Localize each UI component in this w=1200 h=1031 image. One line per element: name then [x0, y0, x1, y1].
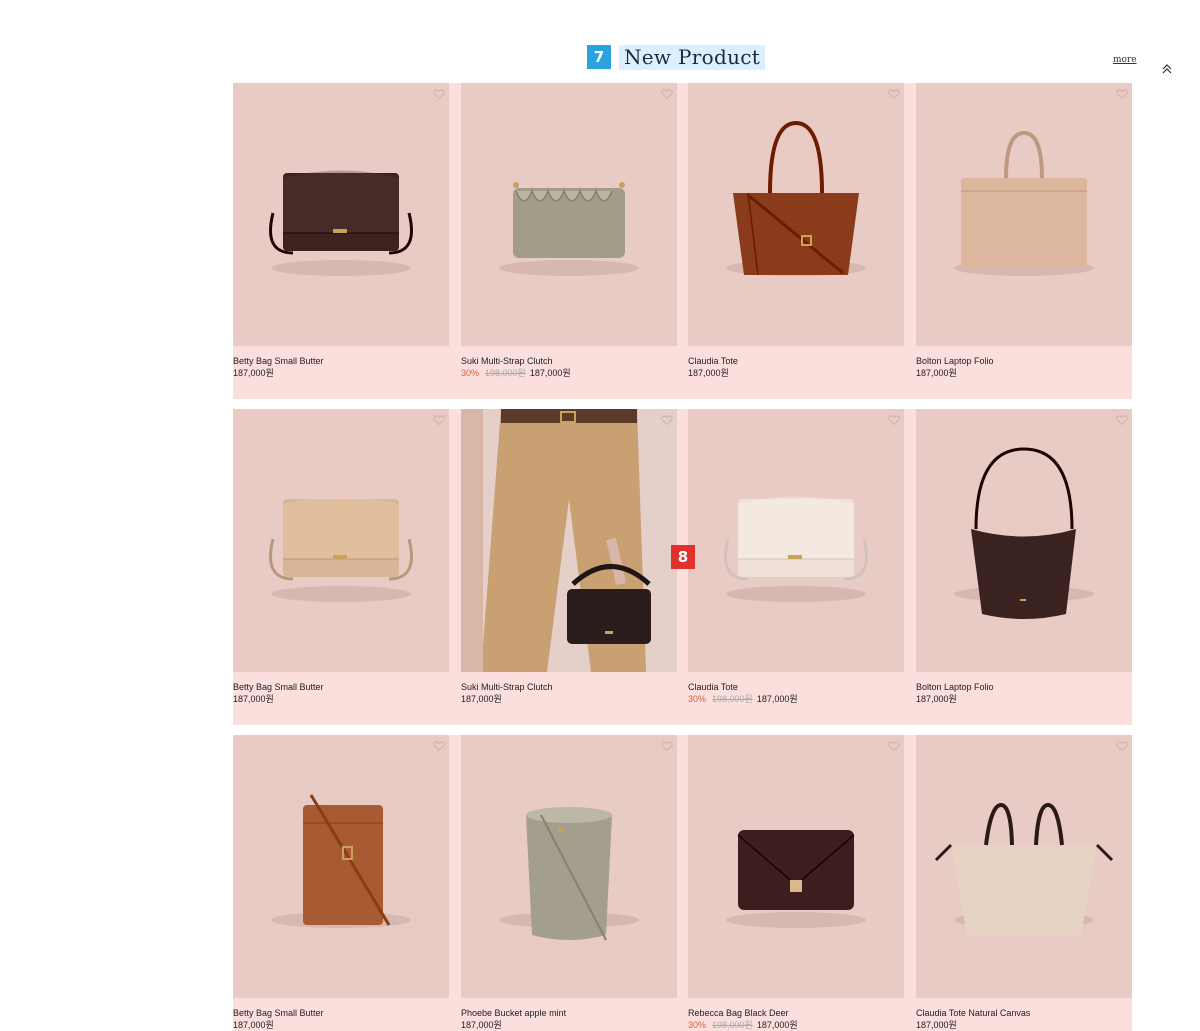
price-row: 187,000원: [916, 1019, 1132, 1031]
wishlist-heart-icon[interactable]: [661, 87, 673, 100]
sale-price: 187,000원: [916, 1020, 957, 1030]
price-row: 30% 198,000원 187,000원: [688, 1019, 904, 1031]
product-image[interactable]: [461, 735, 677, 998]
product-card[interactable]: Rebecca Bag Black Deer 30% 198,000원 187,000…: [688, 735, 904, 1031]
price-row: 187,000원: [688, 367, 904, 379]
price-row: 187,000원: [233, 693, 449, 705]
wishlist-heart-icon[interactable]: [661, 413, 673, 426]
more-link[interactable]: more: [1113, 55, 1137, 65]
product-image[interactable]: [688, 409, 904, 672]
section-title: New Product: [619, 45, 766, 70]
scroll-to-top-icon[interactable]: [1159, 60, 1175, 78]
product-image[interactable]: [916, 409, 1132, 672]
sale-price: 187,000원: [756, 1020, 798, 1030]
price-row: 187,000원: [233, 1019, 449, 1031]
wishlist-heart-icon[interactable]: [1116, 739, 1128, 752]
section-header: 7 New Product more: [0, 0, 1200, 80]
product-name[interactable]: Betty Bag Small Butter: [233, 355, 449, 367]
sale-price: 187,000원: [461, 694, 502, 704]
price-row: 30% 198,000원 187,000원: [461, 367, 677, 379]
product-card[interactable]: Suki Multi-Strap Clutch 30% 198,000원 187,00…: [461, 83, 677, 379]
product-card[interactable]: Phoebe Bucket apple mint 187,000원: [461, 735, 677, 1031]
wishlist-heart-icon[interactable]: [888, 87, 900, 100]
wishlist-heart-icon[interactable]: [433, 413, 445, 426]
product-card[interactable]: Betty Bag Small Butter 187,000원: [233, 735, 449, 1031]
sale-price: 187,000원: [233, 694, 274, 704]
original-price: 198,000원: [712, 694, 753, 704]
sale-price: 187,000원: [461, 1020, 502, 1030]
discount-rate: 30%: [461, 368, 480, 378]
sale-price: 187,000원: [233, 1020, 274, 1030]
sale-price: 187,000원: [529, 368, 571, 378]
product-name[interactable]: Suki Multi-Strap Clutch: [461, 355, 677, 367]
product-image[interactable]: [461, 83, 677, 346]
product-card[interactable]: Suki Multi-Strap Clutch 187,000원: [461, 409, 677, 705]
product-image[interactable]: [688, 735, 904, 998]
section-number-badge: 7: [587, 45, 611, 69]
original-price: 198,000원: [485, 368, 526, 378]
product-name[interactable]: Rebecca Bag Black Deer: [688, 1007, 904, 1019]
product-name[interactable]: Suki Multi-Strap Clutch: [461, 681, 677, 693]
original-price: 198,000원: [712, 1020, 753, 1030]
price-row: 187,000원: [233, 367, 449, 379]
product-name[interactable]: Claudia Tote Natural Canvas: [916, 1007, 1132, 1019]
wishlist-heart-icon[interactable]: [1116, 87, 1128, 100]
product-name[interactable]: Bolton Laptop Folio: [916, 355, 1132, 367]
product-card[interactable]: Bolton Laptop Folio 187,000원: [916, 409, 1132, 705]
product-card[interactable]: Claudia Tote 187,000원: [688, 83, 904, 379]
sale-price: 187,000원: [688, 368, 729, 378]
price-row: 187,000원: [916, 367, 1132, 379]
product-name[interactable]: Betty Bag Small Butter: [233, 1007, 449, 1019]
discount-rate: 30%: [688, 1020, 707, 1030]
product-image[interactable]: [233, 83, 449, 346]
discount-rate: 30%: [688, 694, 707, 704]
product-image[interactable]: [916, 83, 1132, 346]
wishlist-heart-icon[interactable]: [433, 739, 445, 752]
wishlist-heart-icon[interactable]: [888, 413, 900, 426]
wishlist-heart-icon[interactable]: [661, 739, 673, 752]
product-image[interactable]: [461, 409, 677, 672]
product-name[interactable]: Betty Bag Small Butter: [233, 681, 449, 693]
product-name[interactable]: Claudia Tote: [688, 355, 904, 367]
sale-price: 187,000원: [916, 694, 957, 704]
sale-price: 187,000원: [233, 368, 274, 378]
sale-price: 187,000원: [916, 368, 957, 378]
annotation-badge: 8: [671, 545, 695, 569]
product-card[interactable]: Betty Bag Small Butter 187,000원: [233, 409, 449, 705]
product-image[interactable]: [688, 83, 904, 346]
wishlist-heart-icon[interactable]: [888, 739, 900, 752]
price-row: 187,000원: [461, 1019, 677, 1031]
product-name[interactable]: Phoebe Bucket apple mint: [461, 1007, 677, 1019]
wishlist-heart-icon[interactable]: [1116, 413, 1128, 426]
product-name[interactable]: Claudia Tote: [688, 681, 904, 693]
sale-price: 187,000원: [756, 694, 798, 704]
product-card[interactable]: Betty Bag Small Butter 187,000원: [233, 83, 449, 379]
price-row: 187,000원: [461, 693, 677, 705]
price-row: 30% 198,000원 187,000원: [688, 693, 904, 705]
product-image[interactable]: [233, 409, 449, 672]
product-name[interactable]: Bolton Laptop Folio: [916, 681, 1132, 693]
product-card[interactable]: Claudia Tote 30% 198,000원 187,000원: [688, 409, 904, 705]
product-image[interactable]: [916, 735, 1132, 998]
product-image[interactable]: [233, 735, 449, 998]
price-row: 187,000원: [916, 693, 1132, 705]
product-card[interactable]: Claudia Tote Natural Canvas 187,000원: [916, 735, 1132, 1031]
product-card[interactable]: Bolton Laptop Folio 187,000원: [916, 83, 1132, 379]
wishlist-heart-icon[interactable]: [433, 87, 445, 100]
